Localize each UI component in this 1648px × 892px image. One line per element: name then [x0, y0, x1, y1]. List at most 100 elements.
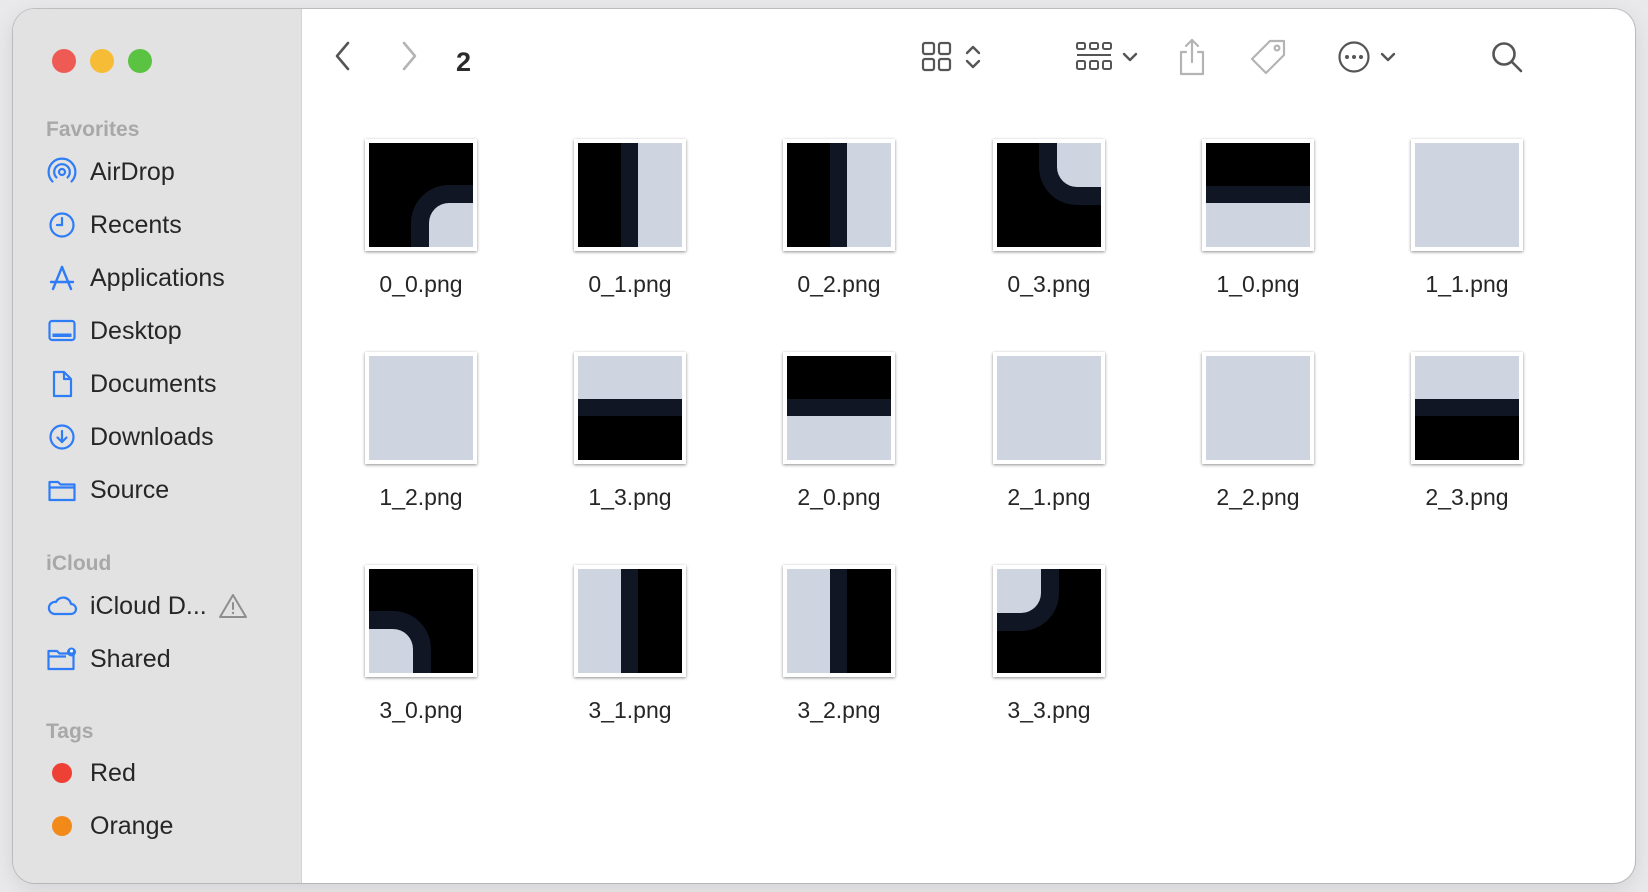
ellipsis-circle-icon — [1337, 40, 1371, 79]
chevron-right-icon — [399, 40, 419, 77]
folder-title: 2 — [456, 47, 472, 77]
image-thumbnail[interactable] — [365, 565, 477, 677]
file-name[interactable]: 1_1.png — [1369, 271, 1565, 298]
file-name[interactable]: 1_2.png — [323, 484, 519, 511]
image-thumbnail[interactable] — [1202, 139, 1314, 251]
image-thumbnail[interactable] — [783, 139, 895, 251]
more-actions-button[interactable] — [1331, 39, 1403, 79]
sidebar-item-label: Applications — [90, 263, 225, 292]
search-button[interactable] — [1489, 41, 1525, 77]
orange-tag-icon — [46, 810, 78, 842]
forward-button[interactable] — [395, 39, 423, 77]
zoom-window-button[interactable] — [128, 49, 152, 73]
file-name[interactable]: 3_0.png — [323, 697, 519, 724]
sidebar-item-airdrop[interactable]: AirDrop — [46, 152, 175, 192]
file-name[interactable]: 2_1.png — [951, 484, 1147, 511]
image-thumbnail[interactable] — [574, 139, 686, 251]
folder-icon — [46, 474, 78, 506]
sidebar-item-label: Documents — [90, 369, 217, 398]
sidebar-item-source[interactable]: Source — [46, 470, 169, 510]
file-item[interactable]: 3_2.png — [741, 535, 941, 735]
sidebar-item-tag-orange[interactable]: Orange — [46, 806, 173, 846]
chevron-left-icon — [333, 40, 353, 77]
image-thumbnail[interactable] — [783, 352, 895, 464]
file-name[interactable]: 0_0.png — [323, 271, 519, 298]
file-item[interactable]: 0_3.png — [951, 109, 1151, 309]
image-thumbnail[interactable] — [365, 139, 477, 251]
search-icon — [1490, 40, 1524, 79]
sidebar-item-downloads[interactable]: Downloads — [46, 417, 214, 457]
image-thumbnail[interactable] — [574, 565, 686, 677]
file-name[interactable]: 0_3.png — [951, 271, 1147, 298]
applications-icon — [46, 262, 78, 294]
red-tag-icon — [46, 757, 78, 789]
sidebar-item-label: AirDrop — [90, 157, 175, 186]
image-thumbnail[interactable] — [993, 352, 1105, 464]
back-button[interactable] — [329, 39, 357, 77]
file-item[interactable]: 1_0.png — [1160, 109, 1360, 309]
share-icon — [1176, 37, 1208, 82]
document-icon — [46, 368, 78, 400]
file-item[interactable]: 0_1.png — [532, 109, 732, 309]
view-mode-button[interactable] — [911, 39, 991, 79]
image-thumbnail[interactable] — [1202, 352, 1314, 464]
file-item[interactable]: 0_0.png — [323, 109, 523, 309]
file-name[interactable]: 3_3.png — [951, 697, 1147, 724]
sidebar-item-documents[interactable]: Documents — [46, 364, 216, 404]
file-item[interactable]: 3_1.png — [532, 535, 732, 735]
file-name[interactable]: 1_3.png — [532, 484, 728, 511]
image-thumbnail[interactable] — [993, 565, 1105, 677]
file-item[interactable]: 3_3.png — [951, 535, 1151, 735]
chevron-down-icon — [1121, 50, 1139, 69]
file-item[interactable]: 2_0.png — [741, 322, 941, 522]
image-thumbnail[interactable] — [365, 352, 477, 464]
chevron-down-icon — [1379, 50, 1397, 69]
file-name[interactable]: 0_2.png — [741, 271, 937, 298]
file-item[interactable]: 0_2.png — [741, 109, 941, 309]
minimize-window-button[interactable] — [90, 49, 114, 73]
close-window-button[interactable] — [52, 49, 76, 73]
sidebar-item-shared[interactable]: Shared — [46, 639, 171, 679]
shared-folder-icon — [46, 643, 78, 675]
sidebar-item-icloud-drive[interactable]: iCloud D... — [46, 586, 207, 626]
file-item[interactable]: 1_2.png — [323, 322, 523, 522]
sidebar-item-label: iCloud D... — [90, 591, 207, 620]
sidebar-item-desktop[interactable]: Desktop — [46, 311, 182, 351]
file-name[interactable]: 1_0.png — [1160, 271, 1356, 298]
group-by-icon — [1075, 40, 1113, 79]
image-thumbnail[interactable] — [1411, 139, 1523, 251]
file-name[interactable]: 0_1.png — [532, 271, 728, 298]
favorites-section-title: Favorites — [46, 118, 140, 141]
image-thumbnail[interactable] — [993, 139, 1105, 251]
clock-icon — [46, 209, 78, 241]
file-name[interactable]: 2_3.png — [1369, 484, 1565, 511]
file-item[interactable]: 2_2.png — [1160, 322, 1360, 522]
download-icon — [46, 421, 78, 453]
image-thumbnail[interactable] — [574, 352, 686, 464]
file-name[interactable]: 2_0.png — [741, 484, 937, 511]
file-name[interactable]: 3_1.png — [532, 697, 728, 724]
tag-color-dot — [52, 763, 72, 783]
group-by-button[interactable] — [1067, 39, 1147, 79]
file-item[interactable]: 2_3.png — [1369, 322, 1569, 522]
sidebar-item-tag-red[interactable]: Red — [46, 753, 136, 793]
file-item[interactable]: 3_0.png — [323, 535, 523, 735]
sidebar-item-recents[interactable]: Recents — [46, 205, 182, 245]
file-item[interactable]: 1_1.png — [1369, 109, 1569, 309]
file-item[interactable]: 2_1.png — [951, 322, 1151, 522]
window-controls — [52, 49, 152, 73]
file-name[interactable]: 2_2.png — [1160, 484, 1356, 511]
share-button[interactable] — [1174, 37, 1210, 81]
file-name[interactable]: 3_2.png — [741, 697, 937, 724]
image-thumbnail[interactable] — [783, 565, 895, 677]
warning-icon[interactable] — [218, 592, 248, 625]
sidebar-item-applications[interactable]: Applications — [46, 258, 225, 298]
tag-color-dot — [52, 816, 72, 836]
image-thumbnail[interactable] — [1411, 352, 1523, 464]
tag-button[interactable] — [1248, 39, 1288, 79]
icon-grid-view-icon — [920, 40, 954, 79]
file-item[interactable]: 1_3.png — [532, 322, 732, 522]
airdrop-icon — [46, 156, 78, 188]
tag-icon — [1249, 38, 1287, 81]
tags-section-title: Tags — [46, 720, 94, 743]
